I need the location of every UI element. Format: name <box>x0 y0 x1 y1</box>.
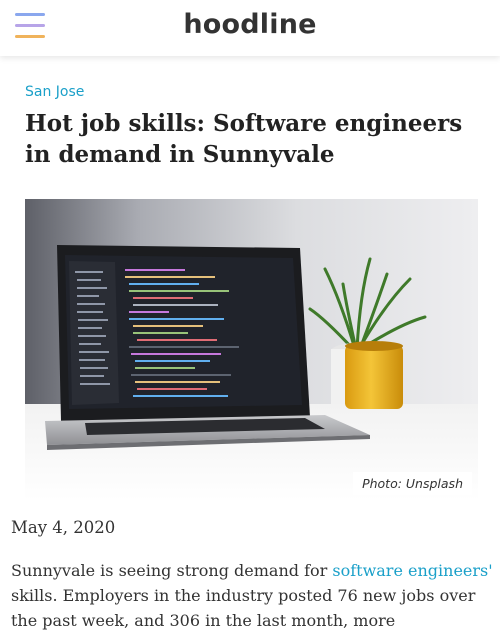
site-header: hoodline <box>0 0 500 56</box>
category-link[interactable]: San Jose <box>25 84 84 100</box>
article-photo: Photo: Unsplash <box>25 199 478 501</box>
photo-credit: Photo: Unsplash <box>353 472 472 495</box>
software-engineers-link[interactable]: software engineers' <box>332 561 492 580</box>
site-logo[interactable]: hoodline <box>0 9 500 40</box>
body-intro: Sunnyvale is seeing strong demand for <box>11 561 333 580</box>
article-body: Sunnyvale is seeing strong demand for so… <box>11 558 496 633</box>
article-headline: Hot job skills: Software engineers in de… <box>25 110 463 168</box>
publish-date: May 4, 2020 <box>11 518 116 537</box>
body-rest: skills. Employers in the industry posted… <box>11 586 476 630</box>
laptop-photo-illustration <box>25 199 478 501</box>
